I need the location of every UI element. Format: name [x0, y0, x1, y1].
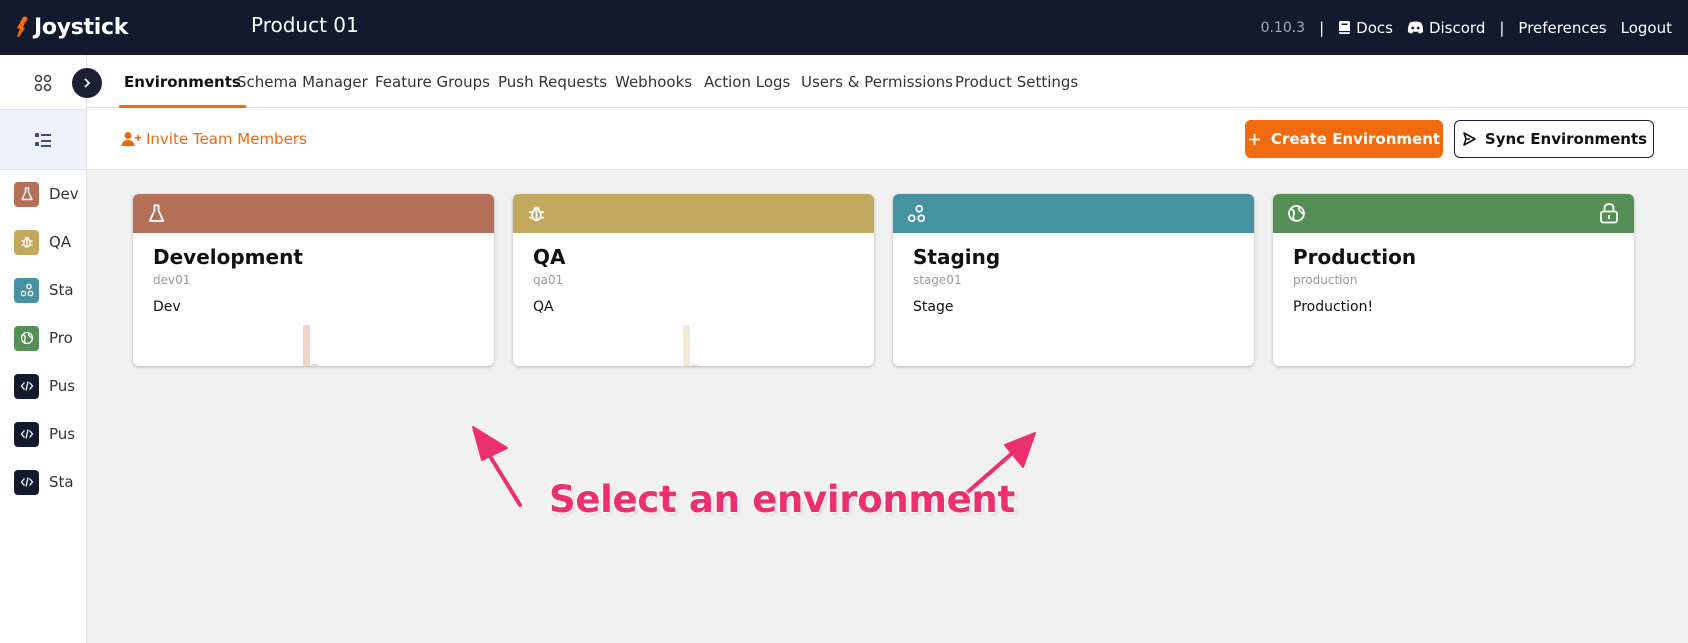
- nav-separator: |: [1499, 18, 1505, 37]
- tab-push-requests[interactable]: Push Requests: [493, 55, 612, 108]
- sidebar-item-staging[interactable]: Sta: [14, 277, 74, 303]
- top-nav: 0.10.3 | Docs Discord | Preferences Logo…: [1261, 0, 1672, 55]
- activity-bar: [691, 364, 698, 366]
- plus-icon: [1248, 133, 1260, 145]
- sidebar-item-push-1[interactable]: Pus: [14, 373, 75, 399]
- discord-link[interactable]: Discord: [1407, 19, 1485, 37]
- sync-environments-button[interactable]: Sync Environments: [1454, 120, 1654, 158]
- flask-icon: [148, 204, 165, 222]
- sidebar-item-dev[interactable]: Dev: [14, 181, 79, 207]
- environment-name: Development: [153, 245, 303, 269]
- create-environment-button[interactable]: Create Environment: [1245, 120, 1443, 158]
- tab-feature-groups[interactable]: Feature Groups: [370, 55, 495, 108]
- tab-schema-manager[interactable]: Schema Manager: [232, 55, 373, 108]
- environment-list-button[interactable]: [0, 109, 86, 170]
- discord-icon: [1407, 21, 1424, 34]
- tab-environments[interactable]: Environments: [119, 55, 246, 108]
- code-icon: [14, 469, 39, 495]
- tab-webhooks[interactable]: Webhooks: [610, 55, 697, 108]
- version-label: 0.10.3: [1260, 19, 1306, 36]
- environment-card-staging[interactable]: Staging stage01 Stage: [893, 194, 1254, 366]
- preferences-link[interactable]: Preferences: [1518, 19, 1606, 37]
- lock-icon: [1600, 203, 1618, 224]
- add-user-icon: [121, 132, 141, 146]
- sidebar-item-label: Sta: [49, 281, 74, 299]
- arrow-right-head: [1004, 432, 1036, 468]
- environment-key: production: [1293, 273, 1358, 287]
- sidebar-item-label: Dev: [49, 185, 79, 203]
- card-header: [133, 194, 494, 233]
- create-environment-label: Create Environment: [1270, 130, 1441, 148]
- sync-environments-label: Sync Environments: [1484, 130, 1648, 148]
- code-icon: [14, 373, 39, 399]
- environment-name: Production: [1293, 245, 1417, 269]
- apps-icon[interactable]: [33, 73, 53, 93]
- sidebar-item-sta-2[interactable]: Sta: [14, 469, 74, 495]
- top-bar: Joystick Product 01 0.10.3 | Docs Discor…: [0, 0, 1688, 55]
- send-icon: [1463, 132, 1476, 146]
- sidebar-item-label: Pro: [49, 329, 73, 347]
- environment-key: qa01: [533, 273, 564, 287]
- environment-description: Production!: [1293, 299, 1374, 315]
- chevron-right-icon: [84, 78, 91, 88]
- sidebar-item-production[interactable]: Pro: [14, 325, 73, 351]
- sidebar-item-push-2[interactable]: Pus: [14, 421, 75, 447]
- tab-bar: Environments Schema Manager Feature Grou…: [87, 55, 1688, 108]
- joystick-logo-icon: [17, 16, 28, 37]
- tab-action-logs[interactable]: Action Logs: [699, 55, 795, 108]
- toolbar: Invite Team Members Create Environment S…: [87, 108, 1688, 170]
- environment-name: QA: [533, 245, 566, 269]
- activity-bar: [311, 364, 318, 366]
- activity-bar: [683, 325, 690, 366]
- environment-description: QA: [533, 299, 554, 315]
- environment-card-qa[interactable]: QA qa01 QA: [513, 194, 874, 366]
- code-icon: [14, 421, 39, 447]
- invite-team-members-link[interactable]: Invite Team Members: [121, 130, 307, 148]
- nav-separator: |: [1319, 18, 1325, 37]
- arrow-left-head: [472, 426, 508, 461]
- product-title: Product 01: [251, 13, 359, 37]
- sidebar-item-label: Pus: [49, 377, 76, 395]
- flask-icon: [14, 181, 39, 207]
- activity-bar: [303, 325, 310, 366]
- sidebar-toggle-button[interactable]: [72, 68, 102, 98]
- card-header: [1273, 194, 1634, 233]
- card-header: [893, 194, 1254, 233]
- sidebar: Dev QA Sta Pro Pus Pus Sta: [0, 55, 87, 643]
- joystick-logo[interactable]: Joystick: [14, 12, 128, 42]
- annotation-text: Select an environment: [549, 478, 1015, 521]
- list-icon: [35, 132, 51, 147]
- bug-icon: [529, 206, 544, 222]
- environment-name: Staging: [913, 245, 1001, 269]
- environment-description: Stage: [913, 299, 954, 315]
- globe-icon: [14, 325, 39, 351]
- discord-label: Discord: [1428, 18, 1486, 37]
- sidebar-item-label: Sta: [49, 473, 74, 491]
- sidebar-item-label: Pus: [49, 425, 76, 443]
- docs-label: Docs: [1356, 18, 1393, 37]
- globe-icon: [1288, 205, 1305, 222]
- bug-icon: [14, 229, 39, 255]
- nodes-icon: [907, 204, 926, 223]
- sidebar-item-qa[interactable]: QA: [14, 229, 71, 255]
- logo-text: Joystick: [34, 14, 129, 40]
- book-icon: [1339, 21, 1351, 34]
- environment-key: stage01: [913, 273, 962, 287]
- logout-link[interactable]: Logout: [1621, 19, 1672, 37]
- environment-description: Dev: [153, 299, 181, 315]
- environment-card-development[interactable]: Development dev01 Dev: [133, 194, 494, 366]
- nodes-icon: [14, 277, 39, 303]
- docs-link[interactable]: Docs: [1338, 19, 1393, 37]
- arrow-left: [483, 446, 522, 507]
- tab-users-permissions[interactable]: Users & Permissions: [796, 55, 958, 108]
- card-header: [513, 194, 874, 233]
- sidebar-item-label: QA: [49, 233, 72, 251]
- invite-label: Invite Team Members: [146, 130, 307, 148]
- environment-key: dev01: [153, 273, 191, 287]
- tab-product-settings[interactable]: Product Settings: [950, 55, 1083, 108]
- environment-card-production[interactable]: Production production Production!: [1273, 194, 1634, 366]
